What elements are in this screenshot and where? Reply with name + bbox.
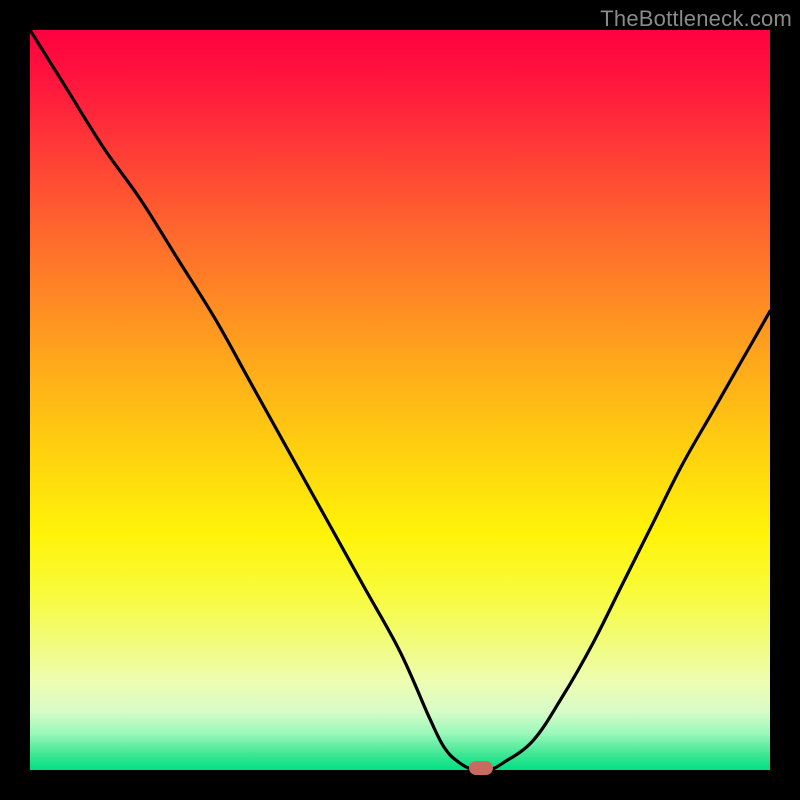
plot-area — [30, 30, 770, 770]
bottleneck-marker — [469, 761, 493, 775]
watermark-text: TheBottleneck.com — [600, 6, 792, 32]
bottleneck-curve — [30, 30, 770, 770]
chart-frame: TheBottleneck.com — [0, 0, 800, 800]
